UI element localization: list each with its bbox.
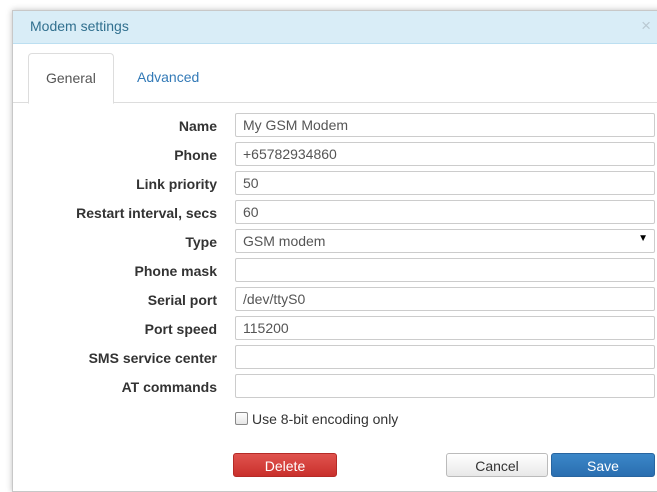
link-priority-input[interactable] — [235, 171, 655, 195]
field-row-sms-center: SMS service center — [13, 345, 657, 371]
close-icon[interactable]: × — [641, 16, 651, 36]
field-row-restart-interval: Restart interval, secs — [13, 200, 657, 226]
field-row-type: Type GSM modem ▼ — [13, 229, 657, 255]
field-row-at-commands: AT commands — [13, 374, 657, 400]
tab-advanced[interactable]: Advanced — [120, 53, 216, 101]
field-row-port-speed: Port speed — [13, 316, 657, 342]
at-commands-label: AT commands — [121, 379, 217, 395]
type-select[interactable]: GSM modem ▼ — [235, 229, 655, 253]
field-row-phone-mask: Phone mask — [13, 258, 657, 284]
phone-label: Phone — [174, 147, 217, 163]
name-input[interactable] — [235, 113, 655, 137]
field-row-phone: Phone — [13, 142, 657, 168]
tab-general[interactable]: General — [28, 53, 114, 104]
chevron-down-icon: ▼ — [638, 233, 648, 244]
field-row-name: Name — [13, 113, 657, 139]
use-8bit-encoding-checkbox-row[interactable]: Use 8-bit encoding only — [235, 411, 398, 427]
save-button[interactable]: Save — [551, 453, 655, 477]
name-label: Name — [178, 118, 217, 134]
port-speed-input[interactable] — [235, 316, 655, 340]
modem-settings-dialog: Modem settings × General Advanced Name P… — [12, 10, 657, 492]
sms-service-center-input[interactable] — [235, 345, 655, 369]
serial-port-label: Serial port — [147, 292, 217, 308]
use-8bit-encoding-checkbox[interactable] — [235, 412, 248, 425]
phone-mask-input[interactable] — [235, 258, 655, 282]
cancel-button[interactable]: Cancel — [446, 453, 548, 477]
type-label: Type — [185, 234, 217, 250]
type-select-value: GSM modem — [243, 233, 326, 249]
dialog-title: Modem settings — [30, 18, 129, 34]
serial-port-input[interactable] — [235, 287, 655, 311]
field-row-serial-port: Serial port — [13, 287, 657, 313]
at-commands-input[interactable] — [235, 374, 655, 398]
restart-interval-label: Restart interval, secs — [76, 205, 217, 221]
dialog-titlebar: Modem settings × — [13, 11, 657, 44]
use-8bit-encoding-label: Use 8-bit encoding only — [252, 411, 399, 427]
sms-service-center-label: SMS service center — [88, 350, 217, 366]
link-priority-label: Link priority — [136, 176, 217, 192]
tab-bar: General Advanced — [13, 53, 657, 104]
restart-interval-input[interactable] — [235, 200, 655, 224]
phone-input[interactable] — [235, 142, 655, 166]
delete-button[interactable]: Delete — [233, 453, 337, 477]
phone-mask-label: Phone mask — [134, 263, 217, 279]
field-row-link-priority: Link priority — [13, 171, 657, 197]
port-speed-label: Port speed — [144, 321, 217, 337]
